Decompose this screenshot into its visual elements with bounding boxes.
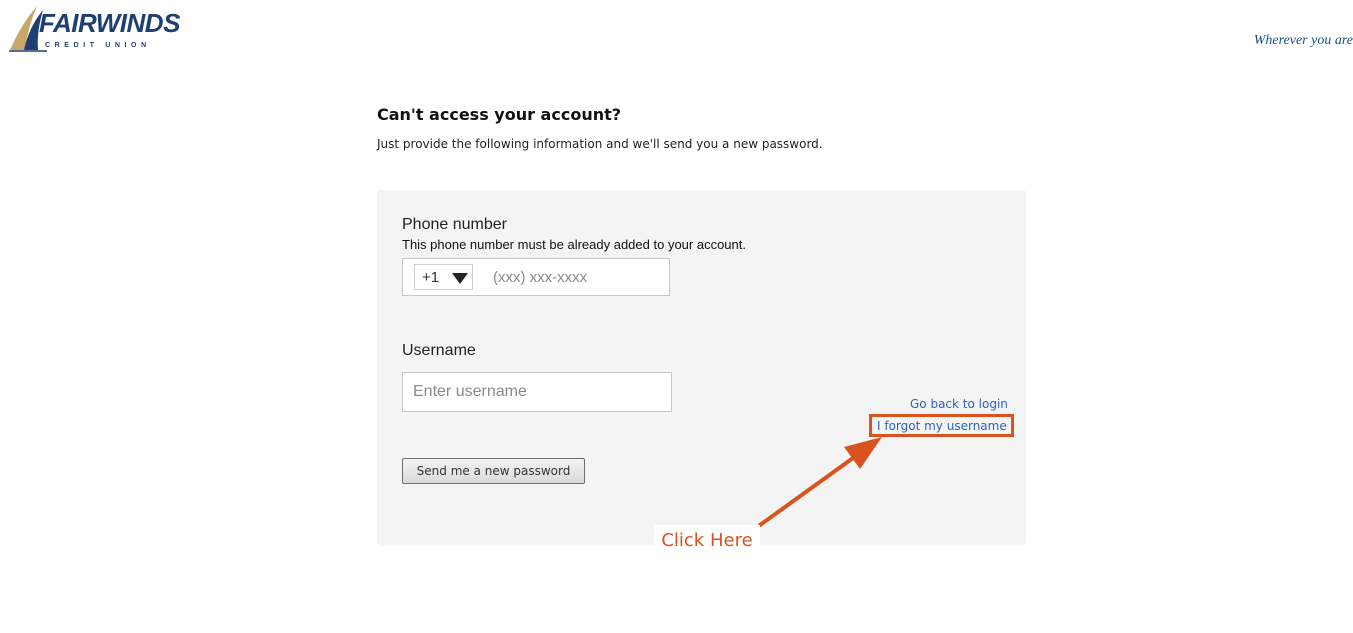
phone-number-label: Phone number <box>402 216 507 233</box>
brand-tagline: Wherever you are <box>1253 33 1353 48</box>
phone-number-field: +1 <box>402 258 670 296</box>
country-code-select[interactable]: +1 <box>414 264 473 290</box>
go-back-to-login-link[interactable]: Go back to login <box>910 397 1008 411</box>
page-title: Can't access your account? <box>377 105 622 124</box>
username-label: Username <box>402 342 476 359</box>
username-input[interactable] <box>402 372 672 412</box>
send-new-password-button[interactable]: Send me a new password <box>402 458 585 484</box>
country-code-value: +1 <box>422 269 440 286</box>
fairwinds-logo[interactable]: FAIRWINDS CREDIT UNION <box>7 4 207 54</box>
brand-subtitle: CREDIT UNION <box>45 42 151 49</box>
click-here-callout: Click Here <box>654 525 760 554</box>
page-subtitle: Just provide the following information a… <box>377 137 823 151</box>
callout-arrow-icon <box>758 437 882 527</box>
brand-name: FAIRWINDS <box>39 8 180 38</box>
phone-number-help: This phone number must be already added … <box>402 237 746 252</box>
dropdown-arrow-icon <box>452 273 468 284</box>
phone-number-input[interactable] <box>483 265 663 289</box>
recovery-form-panel: Phone number This phone number must be a… <box>377 190 1026 545</box>
